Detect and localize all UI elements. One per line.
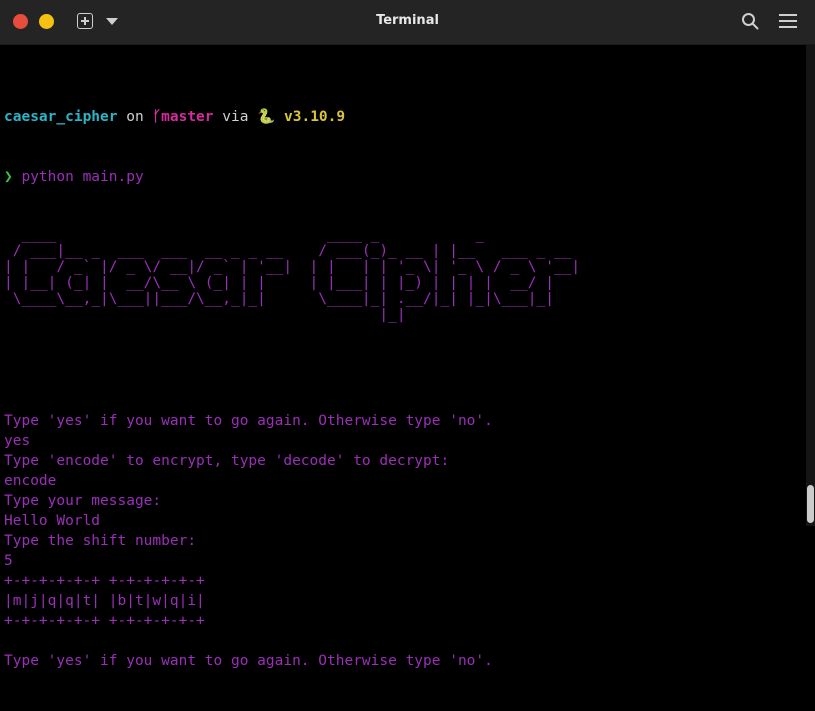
output-line: encode [4,473,57,489]
output-line: Type your message: [4,493,162,509]
output-line: Type the shift number: [4,533,197,549]
output-line: +-+-+-+-+-+ +-+-+-+-+-+ [4,573,205,589]
output-line: Type 'yes' if you want to go again. Othe… [4,653,493,669]
python-icon: 🐍 [257,109,276,125]
ascii-art-line: / ___|__ _ ___ ___ __ _ _ __ / ___(_)_ _… [4,243,572,259]
session-output: Type 'yes' if you want to go again. Othe… [4,411,806,671]
title-bar: Terminal [0,0,815,45]
output-line: Hello World [4,513,101,529]
window-title: Terminal [376,13,439,28]
scrollbar-thumb[interactable] [807,485,814,523]
output-line: Type 'encode' to encrypt, type 'decode' … [4,453,450,469]
command-line: ❯ python main.py [4,167,806,187]
output-line: Type 'yes' if you want to go again. Othe… [4,413,493,429]
git-branch-icon: ᚶ [152,109,162,125]
prompt-python-version: v3.10.9 [284,109,346,125]
output-line: 5 [4,553,13,569]
scrollbar[interactable] [806,45,815,526]
command-text: python main.py [21,169,144,185]
search-icon[interactable] [741,12,759,30]
ascii-art-line: \____\__,_|\___||___/\__,_|_| \____|_| .… [4,291,554,307]
prompt-on: on [126,109,144,125]
prompt-directory: caesar_cipher [4,109,118,125]
prompt-branch: master [161,109,214,125]
output-line: yes [4,433,31,449]
hamburger-menu-icon[interactable] [779,14,797,28]
terminal-output[interactable]: caesar_cipher on ᚶmaster via 🐍 v3.10.9 ❯… [0,45,806,669]
output-line: |m|j|q|q|t| |b|t|w|q|i| [4,593,205,609]
prompt-arrow-icon: ❯ [4,169,13,185]
ascii-art-line: | | / _` |/ _ \/ __|/ _` | '__| | | | | … [4,259,581,275]
ascii-art-line: |_| [4,307,406,323]
prompt-line: caesar_cipher on ᚶmaster via 🐍 v3.10.9 [4,107,806,127]
prompt-via: via [222,109,249,125]
ascii-art-banner: ____ ____ _ _ / ___|__ _ ___ ___ __ _ _ … [4,227,806,323]
output-line: +-+-+-+-+-+ +-+-+-+-+-+ [4,613,205,629]
ascii-art-line: ____ ____ _ _ [4,227,485,243]
ascii-art-line: | |__| (_| | __/\__ \ (_| | | | |___| | … [4,275,554,291]
